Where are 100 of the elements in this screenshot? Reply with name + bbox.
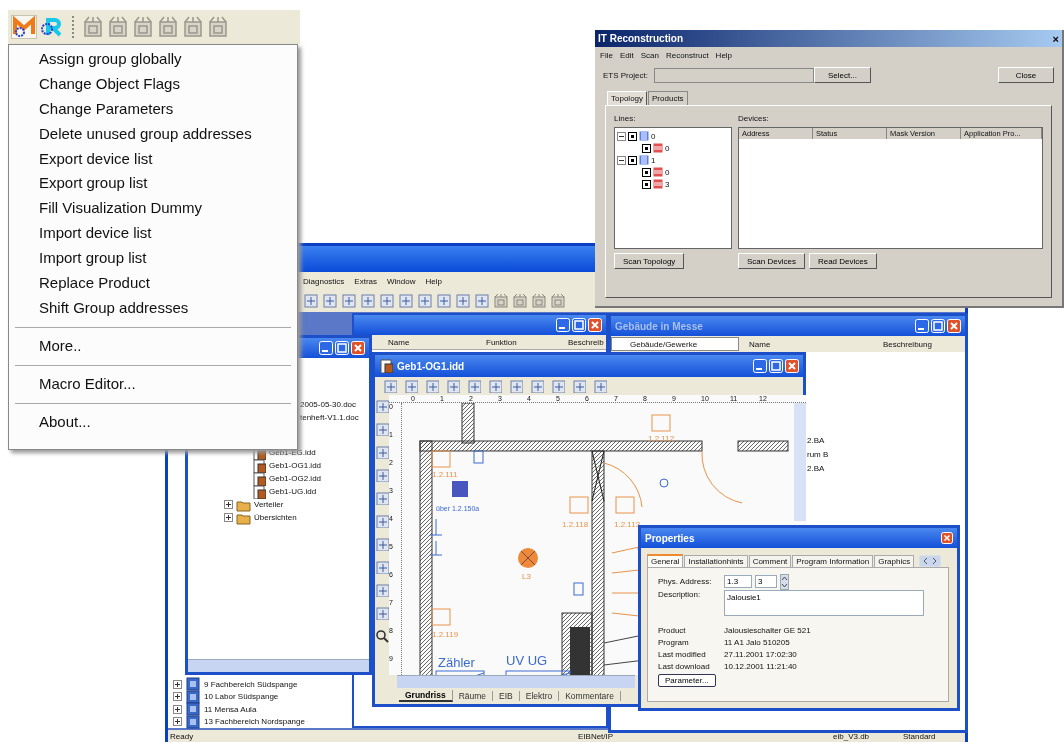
toolbar-icon[interactable] — [488, 379, 502, 393]
menu-item[interactable]: More.. — [15, 333, 291, 359]
list-item[interactable]: 10 Labor Südspange — [204, 692, 279, 702]
expand-icon[interactable] — [173, 692, 182, 702]
tree-item[interactable]: Verteiler — [254, 500, 284, 509]
menu-item[interactable]: Replace Product — [15, 271, 291, 296]
close-button[interactable]: Close — [998, 67, 1054, 83]
tree-item[interactable]: 1 — [651, 155, 656, 165]
checkbox[interactable] — [628, 131, 637, 141]
checkbox[interactable] — [642, 167, 651, 177]
scrollbar[interactable] — [794, 403, 806, 521]
list-item[interactable]: 9 Fachbereich Südspange — [204, 679, 298, 689]
tool-icon[interactable] — [375, 560, 389, 574]
close-button[interactable] — [947, 319, 961, 333]
tree-item[interactable]: tenheft-V1.1.doc — [300, 413, 359, 422]
parameter-button[interactable]: Parameter... — [658, 674, 716, 687]
menu-item[interactable]: Change Parameters — [15, 96, 291, 122]
minimize-button[interactable] — [319, 341, 333, 355]
close-button[interactable]: × — [1052, 32, 1059, 45]
list-item[interactable]: 13 Fachbereich Nordspange — [204, 717, 305, 727]
menu-item[interactable]: Diagnostics — [303, 276, 345, 286]
tab[interactable]: Gebäude/Gewerke — [611, 337, 739, 351]
toolbar-icon[interactable] — [467, 379, 481, 393]
maximize-button[interactable] — [931, 319, 945, 333]
close-button[interactable] — [351, 341, 365, 355]
collapse-icon[interactable] — [617, 131, 626, 141]
menu-item[interactable]: Window — [387, 276, 416, 286]
expand-icon[interactable] — [173, 717, 182, 727]
address-field[interactable]: 1.3 — [724, 575, 752, 588]
toolbar-icon[interactable] — [550, 293, 566, 309]
address-field[interactable]: 3 — [755, 575, 777, 588]
menu-item[interactable]: Fill Visualization Dummy — [15, 196, 291, 222]
tree-item[interactable]: 3 — [665, 179, 670, 189]
menu-item[interactable]: Import group list — [15, 246, 291, 271]
toolbar-icon[interactable] — [551, 379, 565, 393]
toolbar-icon[interactable] — [404, 379, 418, 393]
project-field[interactable] — [653, 67, 814, 83]
menu-item[interactable]: Extras — [354, 276, 378, 286]
description-field[interactable]: Jalousie1 — [724, 590, 924, 616]
toolbar-icon[interactable] — [379, 293, 395, 309]
tree-item[interactable]: Geb1-OG2.idd — [269, 474, 322, 483]
checkbox[interactable] — [628, 155, 637, 165]
maximize-button[interactable] — [769, 359, 783, 373]
building-icon[interactable] — [107, 16, 129, 38]
maximize-button[interactable] — [572, 318, 586, 332]
expand-icon[interactable] — [173, 679, 182, 689]
toolbar-icon[interactable] — [493, 293, 509, 309]
toolbar-icon[interactable] — [425, 379, 439, 393]
select-button[interactable]: Select... — [813, 67, 871, 83]
menu-item[interactable]: Scan — [640, 50, 659, 60]
zoom-icon[interactable] — [375, 629, 389, 643]
menu-item[interactable]: Import device list — [15, 221, 291, 247]
macro-button[interactable] — [11, 15, 37, 39]
tree-item[interactable]: 2005-05-30.doc — [300, 400, 357, 409]
checkbox[interactable] — [642, 179, 651, 189]
tab[interactable]: General — [647, 554, 684, 567]
column-title[interactable]: Funktion — [486, 337, 568, 347]
tab[interactable]: Installationhints — [684, 555, 748, 567]
tab[interactable]: Elektro — [519, 691, 560, 701]
tree-item[interactable]: Geb1-UG.idd — [269, 487, 317, 496]
tree-item[interactable]: 0 — [665, 143, 670, 153]
menu-item[interactable]: Reconstruct — [665, 50, 709, 60]
toolbar-icon[interactable] — [455, 293, 471, 309]
tab[interactable]: Grundriss — [399, 690, 453, 702]
checkbox[interactable] — [642, 143, 651, 153]
menu-item[interactable]: Export group list — [15, 171, 291, 197]
tree-item[interactable]: Geb1-OG1.idd — [269, 461, 322, 470]
toolbar-icon[interactable] — [530, 379, 544, 393]
toolbar-icon[interactable] — [474, 293, 490, 309]
close-button[interactable] — [941, 532, 953, 544]
toolbar-icon[interactable] — [436, 293, 452, 309]
maximize-button[interactable] — [335, 341, 349, 355]
tab[interactable]: Products — [648, 91, 688, 105]
tool-icon[interactable] — [375, 491, 389, 505]
collapse-icon[interactable] — [617, 155, 626, 165]
tool-icon[interactable] — [375, 445, 389, 459]
toolbar-icon[interactable] — [512, 293, 528, 309]
toolbar-icon[interactable] — [531, 293, 547, 309]
menu-item[interactable]: Delete unused group addresses — [15, 121, 291, 147]
tree-item[interactable]: 0 — [665, 167, 670, 177]
toolbar-icon[interactable] — [509, 379, 523, 393]
scrollbar[interactable] — [397, 675, 635, 688]
tool-icon[interactable] — [375, 606, 389, 620]
toolbar-icon[interactable] — [446, 379, 460, 393]
menu-item[interactable]: Help — [425, 276, 442, 286]
tool-icon[interactable] — [375, 583, 389, 597]
toolbar-icon[interactable] — [572, 379, 586, 393]
toolbar-icon[interactable] — [341, 293, 357, 309]
close-button[interactable] — [785, 359, 799, 373]
menu-item[interactable]: File — [600, 50, 613, 60]
tree-item[interactable]: 0 — [651, 131, 656, 141]
toolbar-icon[interactable] — [360, 293, 376, 309]
minimize-button[interactable] — [753, 359, 767, 373]
tool-icon[interactable] — [375, 422, 389, 436]
building-icon[interactable] — [82, 16, 104, 38]
tab[interactable]: Räume — [452, 691, 494, 701]
building-icon[interactable] — [157, 16, 179, 38]
read-devices-button[interactable]: Read Devices — [808, 253, 877, 269]
tree-item[interactable]: Übersichten — [254, 513, 297, 522]
tab-scroll-arrows-icon[interactable] — [919, 555, 942, 567]
